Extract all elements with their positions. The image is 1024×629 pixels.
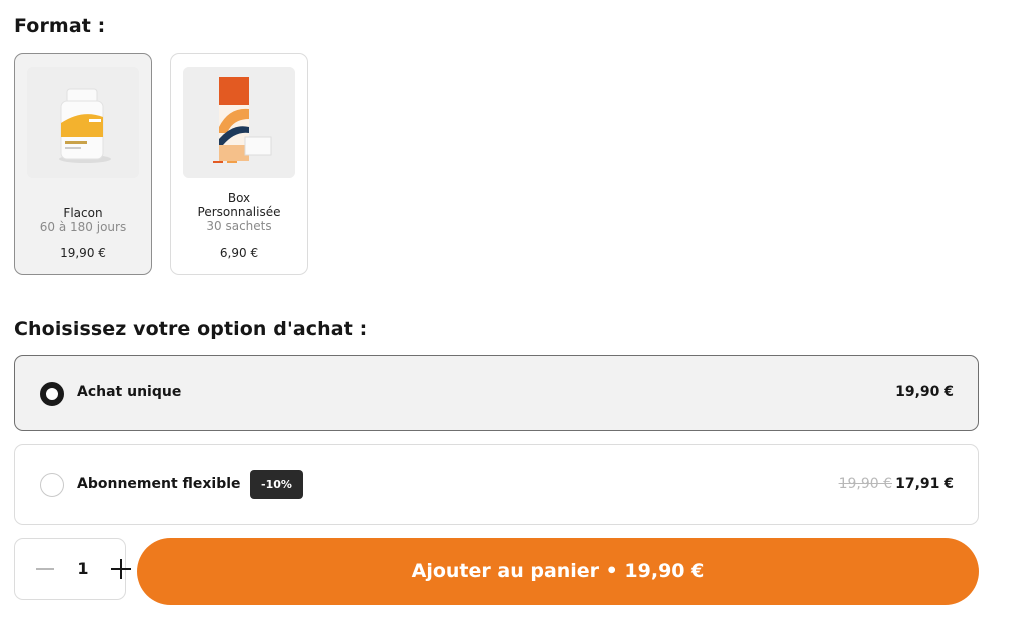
discount-badge: -10% bbox=[250, 470, 303, 499]
option-subscription-old-price: 19,90 € bbox=[838, 476, 892, 492]
box-sachets: 30 sachets bbox=[206, 219, 272, 233]
flacon-duration: 60 à 180 jours bbox=[39, 220, 127, 234]
minus-icon[interactable] bbox=[36, 568, 54, 570]
option-subscription-label: Abonnement flexible bbox=[77, 476, 241, 492]
box-price: 6,90 € bbox=[219, 246, 259, 260]
box-product-image bbox=[183, 67, 295, 178]
option-subscription-price: 17,91 € bbox=[895, 476, 954, 492]
radio-selected-icon[interactable] bbox=[40, 382, 64, 406]
add-to-cart-button[interactable]: Ajouter au panier • 19,90 € bbox=[137, 538, 979, 605]
format-title: Format : bbox=[14, 15, 106, 37]
purchase-option-subscription[interactable]: Abonnement flexible -10% 19,90 € 17,91 € bbox=[14, 444, 979, 525]
box-name-line1: Box bbox=[227, 191, 251, 205]
flacon-price: 19,90 € bbox=[60, 246, 106, 260]
purchase-option-title: Choisissez votre option d'achat : bbox=[14, 318, 368, 340]
flacon-name: Flacon bbox=[63, 206, 103, 220]
purchase-option-unique[interactable]: Achat unique 19,90 € bbox=[14, 355, 979, 431]
option-unique-label: Achat unique bbox=[77, 384, 182, 400]
format-card-flacon[interactable]: Flacon 60 à 180 jours 19,90 € bbox=[14, 53, 152, 275]
plus-icon[interactable] bbox=[111, 559, 131, 579]
option-unique-price: 19,90 € bbox=[895, 384, 954, 400]
flacon-product-image bbox=[27, 67, 139, 178]
box-name-line2: Personnalisée bbox=[197, 205, 281, 219]
radio-unselected-icon[interactable] bbox=[40, 473, 64, 497]
quantity-stepper: 1 bbox=[14, 538, 131, 600]
format-card-box[interactable]: Box Personnalisée 30 sachets 6,90 € bbox=[170, 53, 308, 275]
quantity-value[interactable]: 1 bbox=[75, 559, 91, 578]
